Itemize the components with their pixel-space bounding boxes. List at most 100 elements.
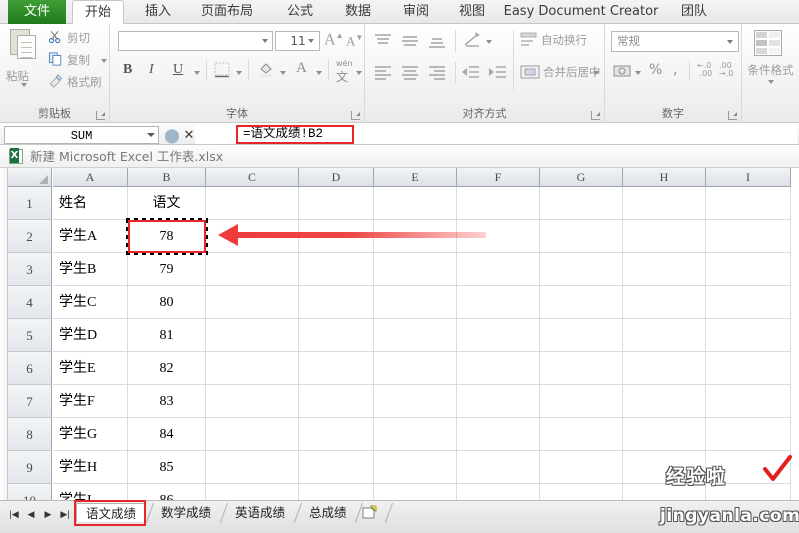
row-header-6[interactable]: 6 (8, 352, 52, 385)
cell-e9[interactable] (374, 451, 457, 484)
fill-color-icon[interactable] (257, 60, 275, 78)
cell-a8[interactable]: 学生G (53, 418, 128, 451)
nav-prev-sheet-button[interactable]: ◀ (23, 506, 39, 522)
cell-h8[interactable] (623, 418, 706, 451)
column-header-i[interactable]: I (706, 168, 791, 187)
cell-g2[interactable] (540, 220, 623, 253)
cell-b7[interactable]: 83 (128, 385, 206, 418)
row-header-2[interactable]: 2 (8, 220, 52, 253)
cell-i8[interactable] (706, 418, 791, 451)
tab-team[interactable]: 团队 (668, 0, 720, 24)
increase-indent-icon[interactable] (488, 64, 508, 81)
name-box[interactable]: SUM (4, 126, 159, 144)
percent-style-button[interactable]: % (649, 62, 662, 78)
accounting-chevron-down-icon[interactable] (635, 71, 641, 75)
comma-style-button[interactable]: , (673, 62, 677, 78)
cell-g9[interactable] (540, 451, 623, 484)
italic-button[interactable]: I (149, 62, 154, 78)
cell-b9[interactable]: 85 (128, 451, 206, 484)
column-header-a[interactable]: A (53, 168, 128, 187)
cell-f5[interactable] (457, 319, 540, 352)
cell-d5[interactable] (299, 319, 374, 352)
column-header-e[interactable]: E (374, 168, 457, 187)
tab-file[interactable]: 文件 (8, 0, 66, 24)
number-dialog-launcher[interactable] (728, 111, 737, 120)
cell-i10[interactable] (706, 484, 791, 500)
merge-center-button-label[interactable]: 合并后居中 (543, 64, 601, 80)
cell-f1[interactable] (457, 187, 540, 220)
cell-c10[interactable] (206, 484, 299, 500)
column-header-c[interactable]: C (206, 168, 299, 187)
copy-icon[interactable] (48, 52, 63, 66)
decrease-decimal-icon[interactable]: .00 →.0 (719, 62, 733, 78)
cell-e1[interactable] (374, 187, 457, 220)
formula-input[interactable]: =语文成绩!B2 (195, 125, 797, 144)
column-header-g[interactable]: G (540, 168, 623, 187)
tab-view[interactable]: 视图 (446, 0, 498, 24)
alignment-dialog-launcher[interactable] (591, 111, 600, 120)
cell-f10[interactable] (457, 484, 540, 500)
row-header-3[interactable]: 3 (8, 253, 52, 286)
cell-a6[interactable]: 学生E (53, 352, 128, 385)
decrease-indent-icon[interactable] (461, 64, 481, 81)
cell-f8[interactable] (457, 418, 540, 451)
font-family-chevron-down-icon[interactable] (262, 39, 268, 43)
cell-c2[interactable] (206, 220, 299, 253)
row-header-8[interactable]: 8 (8, 418, 52, 451)
phonetic-guide-icon[interactable]: wén 文 (336, 59, 353, 85)
align-left-icon[interactable] (373, 64, 393, 81)
align-middle-icon[interactable] (400, 32, 420, 50)
tab-data[interactable]: 数据 (332, 0, 384, 24)
cell-b10[interactable]: 86 (128, 484, 206, 500)
accounting-format-icon[interactable] (613, 63, 631, 79)
cell-c4[interactable] (206, 286, 299, 319)
cell-b8[interactable]: 84 (128, 418, 206, 451)
increase-decimal-icon[interactable]: ←.0 .00 (697, 62, 712, 78)
tab-insert[interactable]: 插入 (132, 0, 184, 24)
cell-h4[interactable] (623, 286, 706, 319)
nav-first-sheet-button[interactable]: |◀ (6, 506, 22, 522)
column-header-b[interactable]: B (128, 168, 206, 187)
align-center-icon[interactable] (400, 64, 420, 81)
orientation-icon[interactable] (463, 31, 483, 49)
row-header-5[interactable]: 5 (8, 319, 52, 352)
cell-d2[interactable] (299, 220, 374, 253)
row-header-9[interactable]: 9 (8, 451, 52, 484)
worksheet-grid[interactable]: A B C D E F G H I 1 2 3 4 5 6 7 8 9 10 1… (0, 168, 799, 500)
cell-c3[interactable] (206, 253, 299, 286)
align-right-icon[interactable] (427, 64, 447, 81)
cell-i5[interactable] (706, 319, 791, 352)
underline-button[interactable]: U (173, 62, 183, 78)
cell-g4[interactable] (540, 286, 623, 319)
paste-icon[interactable] (10, 29, 40, 65)
cell-i6[interactable] (706, 352, 791, 385)
cell-f4[interactable] (457, 286, 540, 319)
cell-a2[interactable]: 学生A (53, 220, 128, 253)
conditional-formatting-chevron-down-icon[interactable] (768, 80, 774, 84)
cell-f6[interactable] (457, 352, 540, 385)
name-box-chevron-down-icon[interactable] (147, 133, 155, 137)
orientation-chevron-down-icon[interactable] (486, 40, 492, 44)
copy-button-label[interactable]: 复制 (67, 52, 90, 68)
copy-chevron-down-icon[interactable] (101, 59, 107, 63)
cell-e2[interactable] (374, 220, 457, 253)
cell-h3[interactable] (623, 253, 706, 286)
cell-d8[interactable] (299, 418, 374, 451)
paste-chevron-down-icon[interactable] (21, 83, 27, 87)
cell-c1[interactable] (206, 187, 299, 220)
cell-e8[interactable] (374, 418, 457, 451)
conditional-formatting-label[interactable]: 条件格式 (742, 62, 799, 78)
cell-d1[interactable] (299, 187, 374, 220)
cell-h2[interactable] (623, 220, 706, 253)
cut-icon[interactable] (48, 30, 63, 44)
cell-a4[interactable]: 学生C (53, 286, 128, 319)
align-bottom-icon[interactable] (427, 32, 447, 50)
borders-chevron-down-icon[interactable] (236, 71, 242, 75)
cell-a7[interactable]: 学生F (53, 385, 128, 418)
merge-center-icon[interactable] (520, 64, 540, 80)
tab-formulas[interactable]: 公式 (274, 0, 326, 24)
cell-g5[interactable] (540, 319, 623, 352)
cell-h1[interactable] (623, 187, 706, 220)
cell-c7[interactable] (206, 385, 299, 418)
cell-g8[interactable] (540, 418, 623, 451)
